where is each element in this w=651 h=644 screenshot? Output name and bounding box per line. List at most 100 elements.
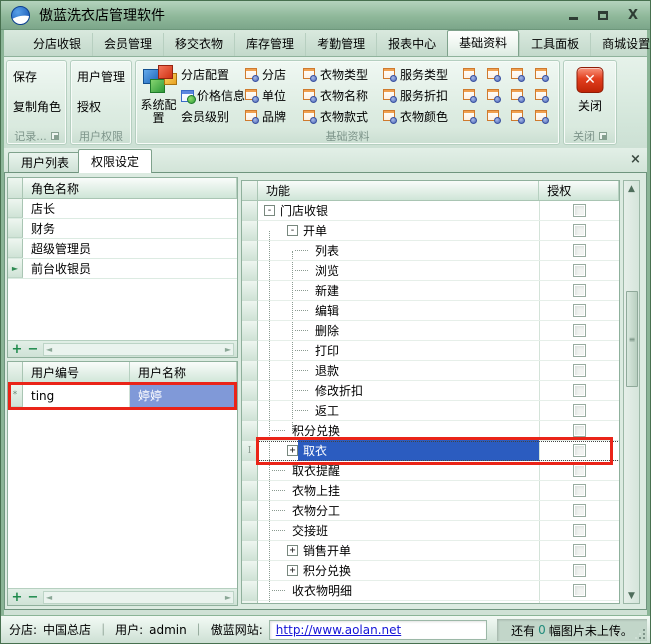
auth-checkbox[interactable] <box>573 444 586 457</box>
scroll-down-icon[interactable]: ▼ <box>624 588 639 603</box>
perm-tree-row[interactable]: 收衣物明细 <box>242 581 619 601</box>
scroll-right-icon[interactable]: ► <box>225 593 231 602</box>
tab-user-list[interactable]: 用户列表 <box>8 152 82 172</box>
document-close-icon[interactable]: × <box>628 152 643 167</box>
ribbon-icon-button[interactable] <box>511 64 535 85</box>
ribbon-icon-button[interactable] <box>535 106 559 127</box>
auth-checkbox[interactable] <box>573 284 586 297</box>
main-tab-4[interactable]: 库存管理 <box>234 33 305 56</box>
auth-checkbox[interactable] <box>573 524 586 537</box>
perm-tree-label[interactable]: 开单 <box>298 220 332 241</box>
minimize-button[interactable] <box>566 8 580 22</box>
save-button[interactable]: 保存 <box>11 67 39 87</box>
auth-checkbox[interactable] <box>573 484 586 497</box>
perm-tree-row[interactable]: +积分兑换 <box>242 561 619 581</box>
perm-tree-label[interactable]: 交接班 <box>287 520 333 541</box>
perm-tree-row[interactable]: 新建 <box>242 281 619 301</box>
auth-checkbox[interactable] <box>573 384 586 397</box>
perm-tree-label[interactable]: 积分兑换 <box>287 420 345 441</box>
maximize-button[interactable] <box>596 8 610 22</box>
perm-tree-label[interactable]: 打印 <box>310 340 344 361</box>
perm-tree-row[interactable]: I+取衣 <box>242 441 619 461</box>
perm-tree-row[interactable]: -开单 <box>242 221 619 241</box>
ribbon-button-品牌[interactable]: 品牌 <box>245 106 303 127</box>
remove-row-button[interactable]: − <box>27 344 39 355</box>
perm-tree-label[interactable]: 返工记录 <box>287 600 345 604</box>
ribbon-icon-button[interactable] <box>487 106 511 127</box>
perm-tree-row[interactable]: 交接班 <box>242 521 619 541</box>
scroll-left-icon[interactable]: ◄ <box>46 593 52 602</box>
perm-tree-row[interactable]: 列表 <box>242 241 619 261</box>
copy-role-button[interactable]: 复制角色 <box>11 97 63 117</box>
tree-vertical-scrollbar[interactable]: ▲ ≡ ▼ <box>623 180 640 604</box>
collapse-icon[interactable]: - <box>287 225 298 236</box>
main-tab-9[interactable]: 商城设置 <box>590 33 651 56</box>
perm-tree-label[interactable]: 衣物分工 <box>287 500 345 521</box>
site-link[interactable]: http://www.aolan.net <box>276 623 401 637</box>
main-tab-1[interactable]: 分店收银 <box>22 33 92 56</box>
expand-icon[interactable]: + <box>287 545 298 556</box>
price-info-button[interactable]: 价格信息 <box>181 85 245 106</box>
close-window-button[interactable]: X <box>626 8 640 22</box>
auth-checkbox[interactable] <box>573 244 586 257</box>
main-tab-5[interactable]: 考勤管理 <box>305 33 376 56</box>
main-tab-6[interactable]: 报表中心 <box>376 33 447 56</box>
perm-tree-row[interactable]: 编辑 <box>242 301 619 321</box>
collapse-icon[interactable]: - <box>264 205 275 216</box>
scroll-right-icon[interactable]: ► <box>225 345 231 354</box>
main-tab-3[interactable]: 移交衣物 <box>163 33 234 56</box>
tab-perm-setting[interactable]: 权限设定 <box>78 149 152 173</box>
ribbon-button-衣物颜色[interactable]: 衣物颜色 <box>383 106 463 127</box>
ribbon-icon-button[interactable] <box>511 106 535 127</box>
perm-tree-row[interactable]: 返工 <box>242 401 619 421</box>
role-row[interactable]: ►前台收银员 <box>8 259 237 279</box>
resize-grip-icon[interactable] <box>635 629 645 639</box>
perm-tree-label[interactable]: 取衣 <box>298 440 539 461</box>
perm-tree-row[interactable]: 浏览 <box>242 261 619 281</box>
ribbon-icon-button[interactable] <box>511 85 535 106</box>
main-tab-7[interactable]: 基础资料 <box>447 30 519 56</box>
add-row-button[interactable]: + <box>11 592 23 603</box>
authorize-button[interactable]: 授权 <box>75 97 103 117</box>
dialog-launcher-icon[interactable] <box>599 132 607 140</box>
ribbon-icon-button[interactable] <box>463 106 487 127</box>
remove-row-button[interactable]: − <box>27 592 39 603</box>
auth-checkbox[interactable] <box>573 364 586 377</box>
perm-tree-row[interactable]: 返工记录 <box>242 601 619 604</box>
auth-checkbox[interactable] <box>573 324 586 337</box>
auth-checkbox[interactable] <box>573 344 586 357</box>
perm-tree-row[interactable]: 取衣提醒 <box>242 461 619 481</box>
user-code-cell[interactable]: ting <box>23 384 130 407</box>
perm-tree-label[interactable]: 删除 <box>310 320 344 341</box>
ribbon-icon-button[interactable] <box>535 64 559 85</box>
perm-tree-row[interactable]: +销售开单 <box>242 541 619 561</box>
role-name-cell[interactable]: 店长 <box>23 199 237 218</box>
main-tab-8[interactable]: 工具面板 <box>519 33 590 56</box>
ribbon-icon-button[interactable] <box>487 85 511 106</box>
perm-tree-label[interactable]: 浏览 <box>310 260 344 281</box>
ribbon-button-衣物款式[interactable]: 衣物款式 <box>303 106 383 127</box>
ribbon-button-衣物名称[interactable]: 衣物名称 <box>303 85 383 106</box>
ribbon-icon-button[interactable] <box>487 64 511 85</box>
auth-checkbox[interactable] <box>573 464 586 477</box>
perm-tree-label[interactable]: 衣物上挂 <box>287 480 345 501</box>
perm-tree-label[interactable]: 积分兑换 <box>298 560 356 581</box>
expand-icon[interactable]: + <box>287 565 298 576</box>
auth-checkbox[interactable] <box>573 224 586 237</box>
perm-tree-label[interactable]: 编辑 <box>310 300 344 321</box>
auth-checkbox[interactable] <box>573 264 586 277</box>
perm-tree-label[interactable]: 修改折扣 <box>310 380 368 401</box>
perm-tree-row[interactable]: 衣物分工 <box>242 501 619 521</box>
perm-tree-row[interactable]: 删除 <box>242 321 619 341</box>
branch-config-button[interactable]: 分店配置 <box>181 64 245 85</box>
auth-checkbox[interactable] <box>573 404 586 417</box>
auth-checkbox[interactable] <box>573 204 586 217</box>
perm-tree-row[interactable]: 修改折扣 <box>242 381 619 401</box>
perm-tree-label[interactable]: 返工 <box>310 400 344 421</box>
auth-checkbox[interactable] <box>573 504 586 517</box>
auth-checkbox[interactable] <box>573 544 586 557</box>
member-level-button[interactable]: 会员级别 <box>181 106 245 127</box>
auth-checkbox[interactable] <box>573 424 586 437</box>
perm-tree-label[interactable]: 销售开单 <box>298 540 356 561</box>
role-name-cell[interactable]: 财务 <box>23 219 237 238</box>
